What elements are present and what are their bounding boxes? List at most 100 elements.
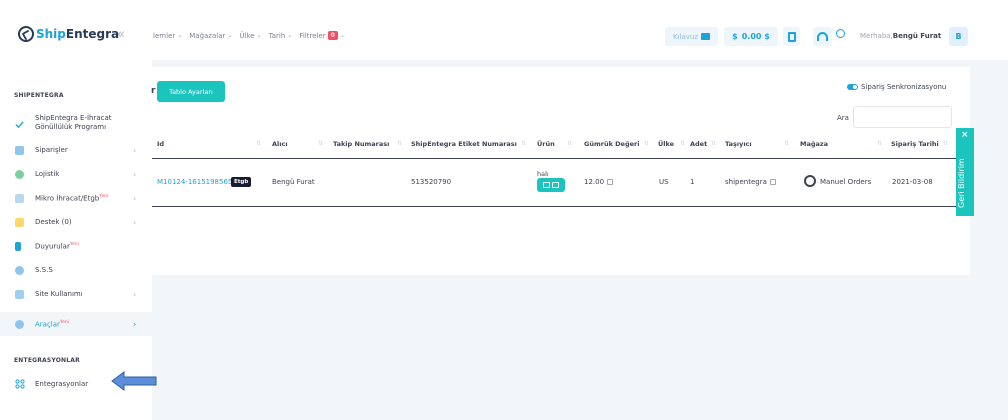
card-title-fragment: r (151, 86, 156, 96)
nav-ulke-label: Ülke (239, 31, 255, 40)
sort-icon[interactable]: ⇅ (256, 140, 261, 147)
calculator-button[interactable] (783, 27, 800, 46)
col-header-takip[interactable]: Takip Numarası (333, 140, 389, 148)
book-icon (701, 33, 711, 40)
sort-icon[interactable]: ⇅ (644, 140, 649, 147)
chevron-down-icon: ⌄ (339, 32, 345, 39)
nav-islemler[interactable]: lemler ⌄ (153, 32, 182, 40)
close-icon[interactable]: × (961, 130, 969, 140)
sort-icon[interactable]: ⇅ (943, 140, 948, 147)
order-sync-toggle[interactable]: Sipariş Senkronizasyonu (847, 83, 946, 91)
store-logo-icon (804, 175, 816, 187)
table-row-divider (152, 206, 970, 207)
etgb-badge: Etgb (231, 177, 252, 187)
chevron-right-icon: › (133, 145, 137, 155)
tasiyici-value: shipentegra (725, 178, 767, 186)
col-header-etiket[interactable]: ShipEntegra Etiket Numarası (411, 140, 517, 148)
col-header-alici[interactable]: Alıcı (272, 140, 288, 148)
order-id-link[interactable]: M10124-1615198565 (157, 178, 232, 186)
sidebar-item-mikro-ihracat[interactable]: Mikro İhracat/EtgbYeni › (0, 186, 152, 210)
product-actions-button[interactable] (537, 178, 565, 192)
avatar[interactable]: B (949, 27, 968, 46)
megaphone-icon (15, 242, 21, 251)
shipentegra-logo[interactable]: Ship Entegra (18, 26, 119, 42)
col-header-adet[interactable]: Adet (690, 140, 707, 148)
table-header-divider (152, 158, 970, 159)
sort-icon[interactable]: ⇅ (877, 140, 882, 147)
sidebar-item-site-kullanimi[interactable]: Site Kullanımı › (0, 282, 152, 306)
col-header-tarih[interactable]: Sipariş Tarihi (891, 140, 939, 148)
sort-icon[interactable]: ⇅ (711, 140, 716, 147)
feedback-tab[interactable]: × Geri Bildirim (956, 128, 974, 216)
chevron-right-icon: › (133, 169, 137, 179)
sidebar-item-label: Entegrasyonlar (35, 379, 89, 388)
balance-button[interactable]: $ 0.00 $ (724, 27, 778, 46)
sidebar-item-label: Lojistik (35, 169, 60, 178)
col-header-ulke[interactable]: Ülke (658, 140, 674, 148)
sidebar-item-gonulluluk[interactable]: ShipEntegra E-İhracat Gönüllülük Program… (0, 108, 152, 138)
edit-icon (552, 182, 559, 188)
edit-square-icon[interactable] (607, 179, 614, 185)
sort-icon[interactable]: ⇅ (318, 140, 323, 147)
sidebar-item-label: Siparişler (35, 145, 68, 154)
col-header-magaza[interactable]: Mağaza (800, 140, 828, 148)
user-greeting[interactable]: Merhaba, Bengü Furat (860, 32, 941, 40)
chevron-right-icon: › (133, 193, 137, 203)
sidebar-item-text: Mikro İhracat/Etgb (35, 194, 100, 203)
cart-icon (15, 146, 24, 155)
greeting-prefix: Merhaba, (860, 32, 893, 40)
nav-tarih[interactable]: Tarih ⌄ (269, 32, 293, 40)
cell-tarih: 2021-03-08 (892, 178, 933, 186)
clipboard-yellow-icon (15, 218, 24, 227)
search-input[interactable] (853, 106, 952, 128)
usage-icon (15, 290, 24, 299)
sidebar-item-destek[interactable]: Destek (0) › (0, 210, 152, 234)
sidebar-item-text: Duyurular (35, 242, 70, 251)
sort-icon[interactable]: ⇅ (397, 140, 402, 147)
status-circle-icon[interactable] (836, 29, 845, 38)
nav-ulke[interactable]: Ülke ⌄ (239, 32, 261, 40)
sort-icon[interactable]: ⇅ (680, 140, 685, 147)
chevron-right-icon: › (133, 217, 137, 227)
toggle-switch[interactable] (847, 84, 858, 90)
check-icon (15, 121, 24, 129)
new-badge: Yeni (69, 242, 79, 248)
sidebar-item-label: AraçlarYeni (35, 318, 69, 329)
sidebar-item-sss[interactable]: S.S.S (0, 258, 152, 282)
tools-icon (15, 320, 24, 329)
sort-icon[interactable]: ⇅ (521, 140, 526, 147)
guide-button[interactable]: Kılavuz (665, 27, 718, 46)
sidebar-item-araclar[interactable]: AraçlarYeni › (0, 312, 152, 336)
chevron-right-icon: › (133, 289, 137, 299)
arrow-left-icon (111, 371, 157, 391)
logo-text-entegra: Entegra (65, 27, 120, 41)
search-label: Ara (837, 114, 849, 122)
support-button[interactable] (813, 27, 832, 46)
cell-magaza: Manuel Orders (820, 178, 872, 186)
sync-label: Sipariş Senkronizasyonu (861, 83, 947, 91)
integrations-icon (15, 379, 25, 389)
nav-magazalar[interactable]: Mağazalar ⌄ (189, 32, 232, 40)
sidebar-item-duyurular[interactable]: DuyurularYeni (0, 234, 152, 258)
new-badge: Yeni (59, 320, 69, 326)
col-header-id[interactable]: Id (157, 140, 164, 148)
gumruk-value: 12.00 (584, 178, 605, 186)
sidebar-item-label: S.S.S (35, 265, 53, 274)
chevron-down-icon: ⌄ (256, 32, 262, 39)
nav-magazalar-label: Mağazalar (189, 31, 226, 40)
new-badge: Yeni (99, 194, 109, 200)
col-header-tasiyici[interactable]: Taşıyıcı (725, 140, 752, 148)
dollar-icon: $ (732, 32, 738, 41)
sort-icon[interactable]: ⇅ (784, 140, 789, 147)
col-header-gumruk[interactable]: Gümrük Değeri (584, 140, 639, 148)
chevron-right-icon: › (133, 319, 137, 329)
edit-square-icon[interactable] (769, 179, 776, 185)
sidebar-item-lojistik[interactable]: Lojistik › (0, 162, 152, 186)
table-settings-button[interactable]: Tablo Ayarları (157, 81, 225, 102)
chevron-down-icon: ⌄ (177, 32, 183, 39)
col-header-urun[interactable]: Ürün (537, 140, 555, 148)
sort-icon[interactable]: ⇅ (567, 140, 572, 147)
sidebar-item-siparisler[interactable]: Siparişler › (0, 138, 152, 162)
sidebar-collapse-icon[interactable]: « (117, 27, 125, 42)
nav-filtreler[interactable]: Filtreler 0 ⌄ (299, 31, 345, 40)
